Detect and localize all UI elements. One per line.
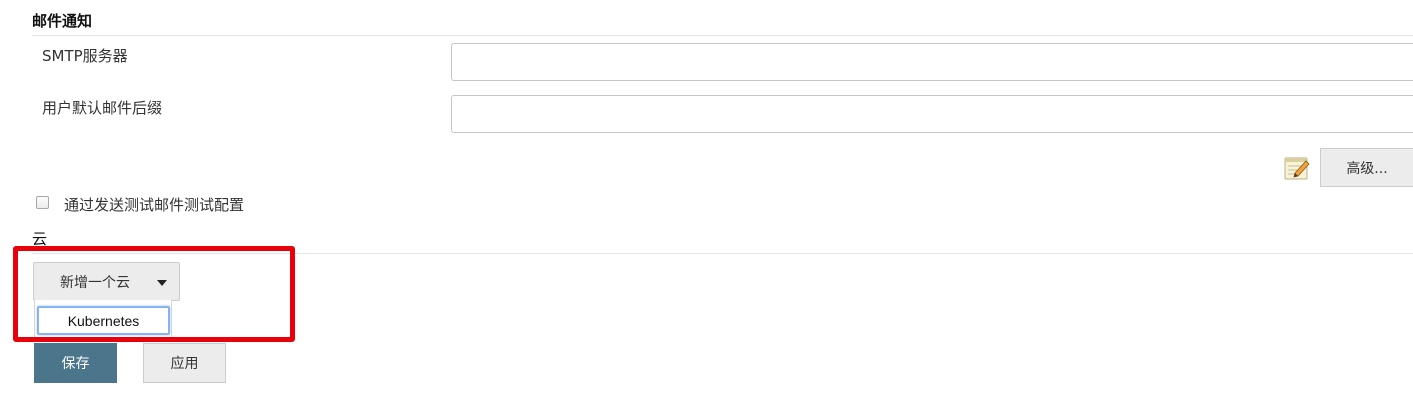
test-email-checkbox-label: 通过发送测试邮件测试配置 bbox=[64, 196, 245, 214]
advanced-button[interactable]: 高级... bbox=[1320, 148, 1413, 187]
default-suffix-label: 用户默认邮件后缀 bbox=[42, 99, 163, 117]
default-suffix-input[interactable] bbox=[451, 95, 1413, 133]
notepad-pencil-icon[interactable] bbox=[1283, 153, 1311, 181]
annotation-highlight-box bbox=[13, 246, 295, 342]
smtp-server-input[interactable] bbox=[451, 43, 1413, 81]
jenkins-config-page: 邮件通知 SMTP服务器 用户默认邮件后缀 高级... 通过发送测试邮件测试配置… bbox=[0, 0, 1413, 417]
apply-button[interactable]: 应用 bbox=[143, 343, 226, 383]
email-section-divider bbox=[32, 35, 1413, 36]
smtp-server-label: SMTP服务器 bbox=[42, 47, 128, 65]
save-button[interactable]: 保存 bbox=[34, 343, 117, 383]
email-section-title: 邮件通知 bbox=[32, 12, 93, 30]
test-email-checkbox[interactable] bbox=[36, 196, 49, 209]
